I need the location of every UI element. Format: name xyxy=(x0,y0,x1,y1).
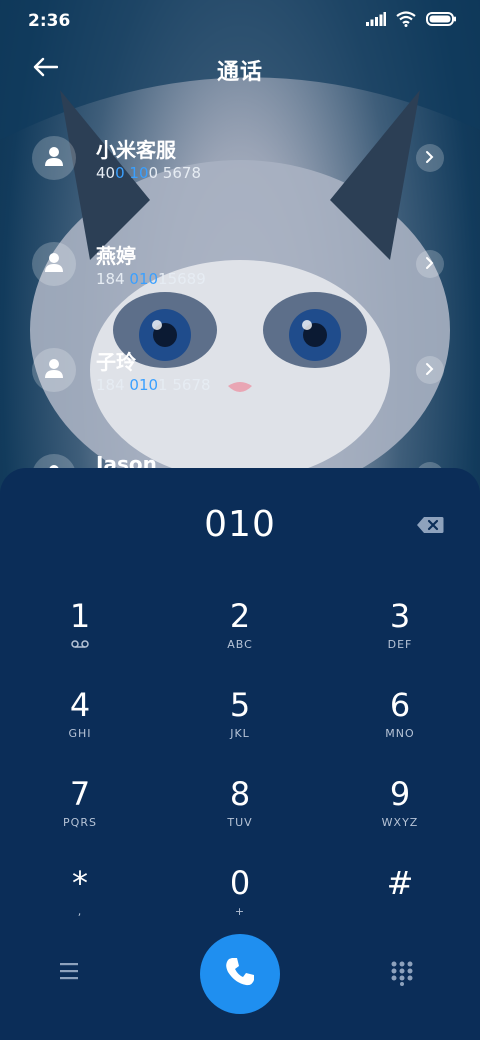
key-digit: * xyxy=(72,864,88,902)
call-button[interactable] xyxy=(200,934,280,1014)
dialpad-toggle-button[interactable] xyxy=(390,960,420,990)
contact-name: 小米客服 xyxy=(96,138,176,162)
status-icons xyxy=(366,10,456,32)
status-bar: 2:36 xyxy=(0,0,480,42)
key-0[interactable]: 0 + xyxy=(185,863,295,943)
phone-icon xyxy=(223,955,257,993)
contact-details-button[interactable] xyxy=(416,356,444,384)
chevron-right-icon xyxy=(425,361,435,380)
contact-row[interactable]: 子玲 184 0101 5678 xyxy=(0,322,480,418)
dialpad-panel: 010 1 2 ABC 3 DEF 4 GHI 5 JKL 6 MNO 7 PQ… xyxy=(0,468,480,1040)
backspace-icon xyxy=(416,517,444,538)
status-time: 2:36 xyxy=(28,11,71,31)
key-8[interactable]: 8 TUV xyxy=(185,774,295,854)
key-digit: # xyxy=(386,864,414,902)
dial-input[interactable]: 010 xyxy=(0,504,480,545)
page-title: 通话 xyxy=(216,60,263,85)
key-digit: 9 xyxy=(389,775,411,813)
back-arrow-icon xyxy=(32,57,59,81)
person-icon xyxy=(43,145,65,171)
menu-icon xyxy=(58,963,80,984)
key-letters: WXYZ xyxy=(381,816,419,829)
contact-name: 子玲 xyxy=(96,350,136,374)
back-button[interactable] xyxy=(28,54,62,84)
key-letters: PQRS xyxy=(63,816,97,829)
key-9[interactable]: 9 WXYZ xyxy=(345,774,455,854)
avatar xyxy=(32,348,76,392)
key-2[interactable]: 2 ABC xyxy=(185,596,295,676)
key-digit: 0 xyxy=(229,864,251,902)
person-icon xyxy=(43,251,65,277)
key-1[interactable]: 1 xyxy=(25,596,135,676)
contact-name: 燕婷 xyxy=(96,244,136,268)
chevron-right-icon xyxy=(425,149,435,168)
contact-number: 400 100 5678 xyxy=(96,164,201,182)
chevron-right-icon xyxy=(425,255,435,274)
key-letters: , xyxy=(77,905,83,918)
key-hash[interactable]: # xyxy=(345,863,455,943)
key-4[interactable]: 4 GHI xyxy=(25,685,135,765)
key-digit: 5 xyxy=(229,686,251,724)
avatar xyxy=(32,136,76,180)
key-star[interactable]: * , xyxy=(25,863,135,943)
key-digit: 7 xyxy=(69,775,91,813)
key-7[interactable]: 7 PQRS xyxy=(25,774,135,854)
key-letters: ABC xyxy=(227,638,253,651)
key-digit: 2 xyxy=(229,597,251,635)
key-digit: 1 xyxy=(69,597,91,635)
contact-details-button[interactable] xyxy=(416,144,444,172)
dialer-actions xyxy=(0,934,480,1014)
contact-row[interactable]: 小米客服 400 100 5678 xyxy=(0,110,480,206)
menu-button[interactable] xyxy=(58,962,88,984)
contact-details-button[interactable] xyxy=(416,250,444,278)
contact-row[interactable]: 燕婷 184 01015689 xyxy=(0,216,480,312)
key-letters: + xyxy=(234,905,246,918)
key-digit: 3 xyxy=(389,597,411,635)
key-6[interactable]: 6 MNO xyxy=(345,685,455,765)
key-letters: JKL xyxy=(230,727,250,740)
key-digit: 4 xyxy=(69,686,91,724)
contact-number: 184 01015689 xyxy=(96,270,206,288)
top-bar: 通话 xyxy=(0,44,480,96)
key-letters: DEF xyxy=(387,638,413,651)
backspace-button[interactable] xyxy=(416,516,444,536)
battery-icon xyxy=(426,11,456,31)
key-3[interactable]: 3 DEF xyxy=(345,596,455,676)
key-letters: MNO xyxy=(385,727,415,740)
key-letters: GHI xyxy=(68,727,92,740)
key-digit: 6 xyxy=(389,686,411,724)
key-letters: TUV xyxy=(227,816,253,829)
avatar xyxy=(32,242,76,286)
person-icon xyxy=(43,357,65,383)
dialpad-icon xyxy=(390,961,414,990)
key-digit: 8 xyxy=(229,775,251,813)
contact-number: 184 0101 5678 xyxy=(96,376,211,394)
wifi-icon xyxy=(396,10,416,32)
signal-icon xyxy=(366,11,386,31)
key-5[interactable]: 5 JKL xyxy=(185,685,295,765)
voicemail-icon xyxy=(25,638,135,651)
